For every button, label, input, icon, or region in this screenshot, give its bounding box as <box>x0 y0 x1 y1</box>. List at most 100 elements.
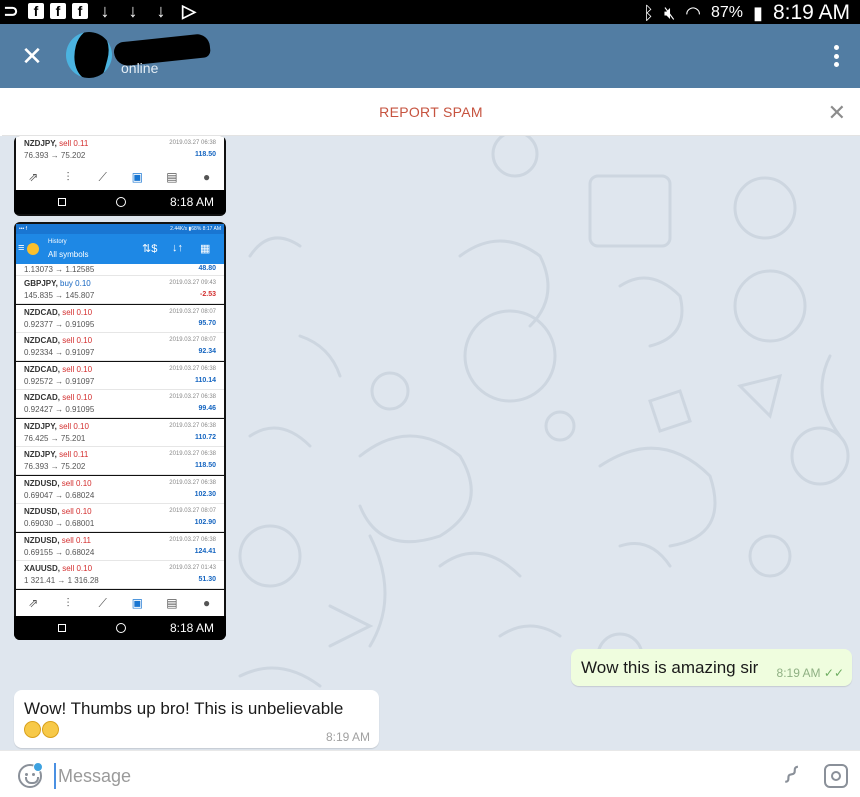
recent-apps-icon <box>58 198 66 206</box>
report-spam-button[interactable]: REPORT SPAM <box>2 104 860 120</box>
app-toolbar: ⇗ ⫶ ⟋ ▣ ▤ ● <box>16 164 224 190</box>
trade-profit: 124.41 <box>194 547 216 555</box>
message-input[interactable] <box>54 763 754 789</box>
chart-icon: ⫶ <box>66 169 70 184</box>
trade-row: NZDUSD, sell 0.10 0.69047 → 0.68024 2019.0… <box>16 475 224 504</box>
trade-row: XAUUSD, sell 0.10 1 321.41 → 1 316.28 2019… <box>16 561 224 589</box>
message-meta: 8:19 AM ✓✓ <box>776 666 844 680</box>
news-icon: ▤ <box>166 596 178 610</box>
home-icon <box>116 197 126 207</box>
screen-mirror-icon: ⊃ <box>3 1 19 21</box>
trade-date: 2019.03.27 06:38 <box>169 422 216 429</box>
trade-date: 2019.03.27 06:38 <box>169 479 216 486</box>
trade-profit: 118.50 <box>194 151 216 158</box>
phone-nav-bar: 8:18 AM <box>14 190 226 214</box>
emoji-notification-dot <box>33 762 43 772</box>
trade-row: NZDCAD, sell 0.10 0.92377 → 0.91095 2019.0… <box>16 304 224 333</box>
trade-row: NZDUSD, sell 0.10 0.69030 → 0.68001 2019.0… <box>16 504 224 532</box>
trade-profit: 102.30 <box>194 490 216 498</box>
trade-symbol: NZDJPY, sell 0.10 <box>24 421 89 431</box>
app-header: ≡ History All symbols ⇅$ ↓↑ ▦ <box>16 234 224 264</box>
avatar[interactable] <box>66 32 112 78</box>
contact-status: online <box>121 60 159 76</box>
history-icon: ▣ <box>131 170 143 184</box>
chat-icon: ● <box>202 596 211 610</box>
trade-profit: 99.46 <box>198 405 216 412</box>
phone-status-bar: ••• f 2.44K/s ▮68% 8:17 AM <box>16 224 224 234</box>
trade-row: NZDCAD, sell 0.10 0.92334 → 0.91097 2019.0… <box>16 333 224 361</box>
trade-date: 2019.03.27 06:38 <box>169 140 216 146</box>
notification-icons: ⊃ f f f ↓ ↓ ↓ ▷ <box>0 2 200 20</box>
trade-date: 2019.03.27 08:07 <box>169 508 216 514</box>
facebook-icon: f <box>50 3 66 19</box>
battery-percent: 87% <box>711 4 744 21</box>
trade-row: NZDCAD, sell 0.10 0.92427 → 0.91095 2019.0… <box>16 390 224 418</box>
outgoing-message[interactable]: Wow this is amazing sir 8:19 AM ✓✓ <box>571 649 852 686</box>
trade-symbol: GBPJPY, buy 0.10 <box>24 279 91 288</box>
image-message[interactable]: NZDJPY, sell 0.11 76.393 → 75.202 2019.0… <box>14 136 226 216</box>
menu-icon: ≡ <box>18 242 25 254</box>
trade-symbol: XAUUSD, sell 0.10 <box>24 564 93 573</box>
image-message[interactable]: ••• f 2.44K/s ▮68% 8:17 AM ≡ History All… <box>14 222 226 640</box>
trade-profit: 51.30 <box>198 576 216 583</box>
trade-profit: 118.50 <box>194 462 216 469</box>
history-icon: ▣ <box>131 596 143 610</box>
quotes-icon: ⇗ <box>28 170 39 184</box>
trade-prices: 0.69030 → 0.68001 <box>24 519 95 528</box>
trade-prices: 0.69047 → 0.68024 <box>24 490 95 500</box>
trade-symbol: NZDCAD, sell 0.10 <box>24 393 93 402</box>
trade-prices: 0.92377 → 0.91095 <box>24 319 95 329</box>
download-icon: ↓ <box>100 1 110 21</box>
trade-symbol: NZDJPY, sell 0.11 <box>24 450 89 459</box>
play-store-icon: ▷ <box>182 1 196 21</box>
facebook-icon: f <box>28 3 44 19</box>
trade-symbol: NZDUSD, sell 0.10 <box>24 507 92 516</box>
download-icon: ↓ <box>156 1 166 21</box>
recent-apps-icon <box>58 624 66 632</box>
calendar-icon: ▦ <box>200 243 211 255</box>
read-check-icon: ✓✓ <box>823 666 844 680</box>
trade-date: 2019.03.27 01:43 <box>169 565 216 571</box>
camera-icon[interactable] <box>824 764 848 788</box>
incoming-message[interactable]: Wow! Thumbs up bro! This is unbelievable… <box>14 690 379 748</box>
close-icon[interactable]: ✕ <box>18 42 46 70</box>
trade-prices: 0.92427 → 0.91095 <box>24 405 95 414</box>
currency-icon: ⇅$ <box>142 243 158 255</box>
trade-row: NZDUSD, sell 0.11 0.69155 → 0.68024 2019.0… <box>16 532 224 561</box>
trade-symbol: NZDCAD, sell 0.10 <box>24 307 93 317</box>
report-spam-bar: REPORT SPAM ✕ <box>2 88 860 136</box>
trade-date: 2019.03.27 06:38 <box>169 536 216 543</box>
attach-icon[interactable]: ⌇ <box>771 755 810 795</box>
trade-symbol: NZDCAD, sell 0.10 <box>24 364 93 374</box>
app-logo-icon <box>27 243 39 255</box>
trade-row: NZDJPY, sell 0.10 76.425 → 75.201 2019.03.… <box>16 418 224 447</box>
more-vertical-icon[interactable] <box>826 42 846 70</box>
mute-icon: 🔇︎ <box>663 2 676 23</box>
clock: 8:19 AM <box>772 1 850 24</box>
trade-prices: 145.835 → 145.807 <box>24 291 95 300</box>
nav-time: 8:18 AM <box>169 195 214 209</box>
trade-icon: ⟋ <box>98 595 107 610</box>
trade-profit: 110.72 <box>194 433 216 441</box>
battery-icon: ▮ <box>753 2 763 23</box>
grinning-sweat-emoji-icon <box>24 721 41 738</box>
trade-row: NZDCAD, sell 0.10 0.92572 → 0.91097 2019.0… <box>16 361 224 390</box>
home-icon <box>116 623 126 633</box>
system-status-bar: ⊃ f f f ↓ ↓ ↓ ▷ ᛒ 🔇︎ ◠ 87% ▮ 8:19 AM <box>0 0 860 24</box>
trade-profit: 110.14 <box>194 376 216 384</box>
trade-date: 2019.03.27 08:07 <box>169 308 216 315</box>
trade-row: NZDJPY, sell 0.11 76.393 → 75.202 2019.03.… <box>16 447 224 475</box>
app-subtitle: All symbols <box>48 250 89 259</box>
trade-date: 2019.03.27 06:38 <box>169 451 216 457</box>
app-toolbar: ⇗ ⫶ ⟋ ▣ ▤ ● <box>16 590 224 616</box>
trade-date: 2019.03.27 06:38 <box>169 394 216 400</box>
chat-messages-area[interactable]: NZDJPY, sell 0.11 76.393 → 75.202 2019.0… <box>0 136 860 750</box>
bluetooth-icon: ᛒ <box>643 2 654 23</box>
trade-prices: 76.425 → 75.201 <box>24 433 86 443</box>
wifi-icon: ◠ <box>685 2 701 23</box>
phone-nav-bar: 8:18 AM <box>14 616 226 640</box>
chat-icon: ● <box>202 170 211 184</box>
trade-date: 2019.03.27 09:43 <box>169 280 216 286</box>
close-icon[interactable]: ✕ <box>828 100 846 126</box>
download-icon: ↓ <box>128 1 138 21</box>
